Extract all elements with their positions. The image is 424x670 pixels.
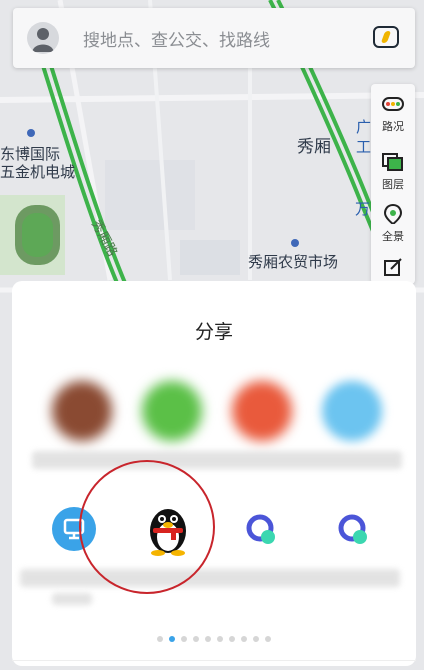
traffic-label: 路况 bbox=[382, 120, 404, 133]
share-app-2[interactable] bbox=[142, 381, 202, 441]
user-icon bbox=[32, 28, 54, 52]
layers-label: 图层 bbox=[382, 178, 404, 191]
map-label-market: 秀厢农贸市场 bbox=[248, 253, 339, 271]
share-app-labels-row-1 bbox=[32, 451, 402, 469]
edit-icon bbox=[384, 258, 402, 276]
sheet-divider bbox=[12, 660, 416, 661]
traffic-icon bbox=[382, 97, 404, 111]
share-app-labels-row-2b bbox=[52, 593, 92, 605]
search-bar[interactable]: 搜地点、查公交、找路线 bbox=[13, 8, 415, 68]
share-app-labels-row-2 bbox=[20, 569, 400, 587]
share-app-5[interactable] bbox=[244, 512, 278, 546]
map-label-edge-gong: 工 bbox=[356, 138, 372, 156]
map-label-hardware-city: 五金机电城 bbox=[0, 163, 76, 181]
page-indicator bbox=[12, 636, 416, 644]
share-sheet: 分享 bbox=[12, 281, 416, 666]
page-dot-active bbox=[169, 636, 175, 642]
page-dot bbox=[193, 636, 199, 642]
panorama-icon bbox=[383, 204, 403, 224]
map-toolbar: 路况 图层 全景 bbox=[371, 84, 415, 284]
panorama-button[interactable]: 全景 bbox=[371, 198, 415, 248]
search-input[interactable]: 搜地点、查公交、找路线 bbox=[83, 26, 270, 51]
page-dot bbox=[157, 636, 163, 642]
share-app-4[interactable] bbox=[322, 381, 382, 441]
map-label-edge-guang: 广 bbox=[356, 118, 372, 136]
page-dot bbox=[181, 636, 187, 642]
voice-icon[interactable] bbox=[373, 26, 399, 48]
ring-app-icon bbox=[246, 514, 275, 544]
share-app-6[interactable] bbox=[336, 512, 370, 546]
ring-app-icon bbox=[338, 514, 367, 544]
page-dot bbox=[265, 636, 271, 642]
page-dot bbox=[253, 636, 259, 642]
layers-icon bbox=[382, 153, 403, 171]
map-label-xiuxiang: 秀厢 bbox=[297, 137, 331, 157]
map-label-edge-wan: 万 bbox=[355, 200, 371, 218]
highlight-circle bbox=[79, 460, 215, 594]
share-app-3[interactable] bbox=[232, 381, 292, 441]
traffic-button[interactable]: 路况 bbox=[371, 88, 415, 138]
page-dot bbox=[217, 636, 223, 642]
page-dot bbox=[229, 636, 235, 642]
page-dot bbox=[205, 636, 211, 642]
share-app-1[interactable] bbox=[52, 381, 112, 441]
page-dot bbox=[241, 636, 247, 642]
layers-button[interactable]: 图层 bbox=[371, 146, 415, 196]
share-title: 分享 bbox=[194, 321, 233, 343]
panorama-label: 全景 bbox=[382, 230, 404, 243]
avatar[interactable] bbox=[27, 22, 59, 54]
